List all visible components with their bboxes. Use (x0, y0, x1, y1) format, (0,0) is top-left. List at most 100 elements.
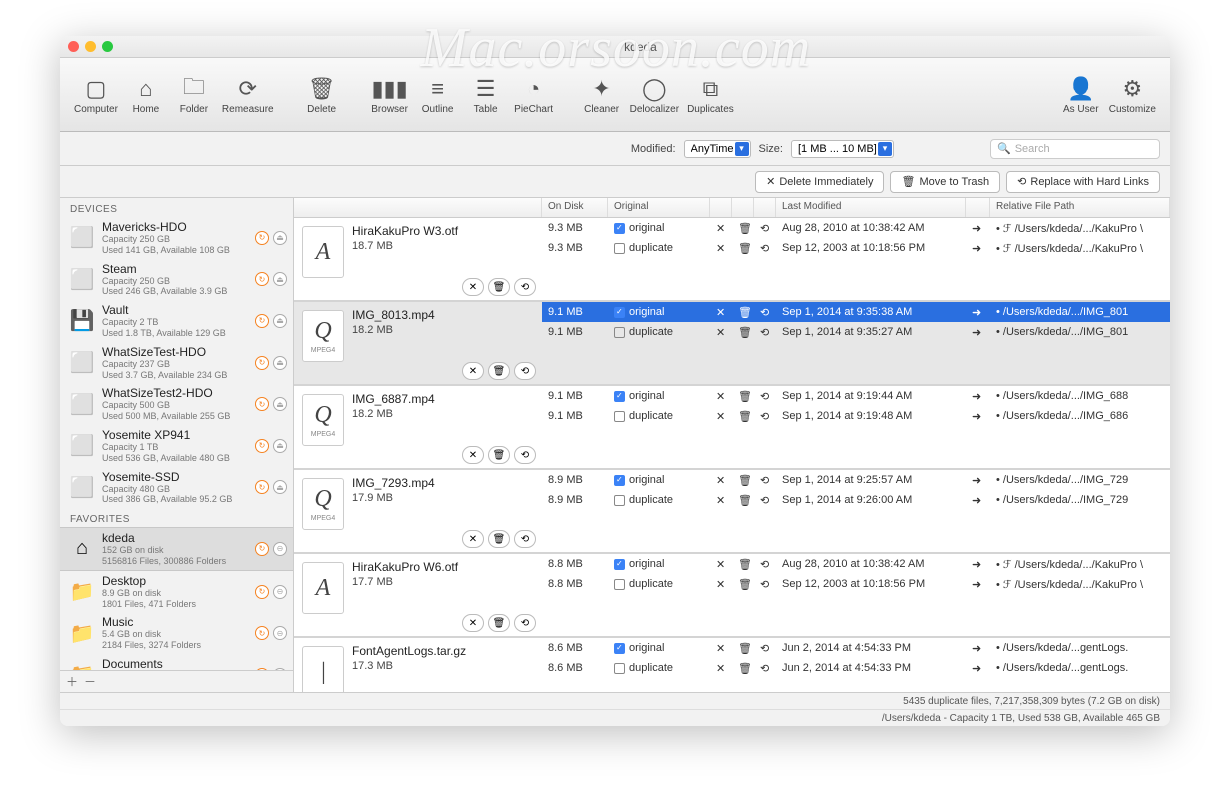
original-cell[interactable]: duplicate (608, 662, 710, 674)
refresh-icon[interactable]: ↻ (255, 542, 269, 556)
checkbox-icon[interactable] (614, 559, 625, 570)
eject-icon[interactable]: ⏏ (273, 397, 287, 411)
arrow-icon[interactable]: ➜ (966, 306, 990, 319)
minimize-icon[interactable] (85, 41, 96, 52)
col-relative-path[interactable]: Relative File Path (990, 198, 1170, 217)
duplicate-line[interactable]: 9.1 MB original ✕ 🗑 ⟲ Sep 1, 2014 at 9:3… (542, 302, 1170, 322)
arrow-icon[interactable]: ➜ (966, 558, 990, 571)
group-link-button[interactable]: ⟲ (514, 446, 536, 464)
refresh-icon[interactable]: ↻ (255, 272, 269, 286)
duplicate-line[interactable]: 8.9 MB duplicate ✕ 🗑 ⟲ Sep 1, 2014 at 9:… (542, 490, 1170, 510)
remove-button[interactable]: － (84, 673, 96, 690)
duplicate-group[interactable]: QMPEG4 IMG_7293.mp4 17.9 MB ✕ 🗑 ⟲ 8.9 MB… (294, 470, 1170, 554)
original-cell[interactable]: duplicate (608, 410, 710, 422)
duplicate-line[interactable]: 9.3 MB original ✕ 🗑 ⟲ Aug 28, 2010 at 10… (542, 218, 1170, 238)
original-cell[interactable]: duplicate (608, 578, 710, 590)
replace-hard-links-button[interactable]: ⟲Replace with Hard Links (1006, 171, 1160, 193)
checkbox-icon[interactable] (614, 243, 625, 254)
refresh-icon[interactable]: ↻ (255, 668, 269, 670)
duplicate-group[interactable]: QMPEG4 IMG_6887.mp4 18.2 MB ✕ 🗑 ⟲ 9.1 MB… (294, 386, 1170, 470)
group-trash-button[interactable]: 🗑 (488, 614, 510, 632)
checkbox-icon[interactable] (614, 327, 625, 338)
asuser-button[interactable]: 👤As User (1057, 65, 1105, 125)
group-delete-button[interactable]: ✕ (462, 614, 484, 632)
link-cell-button[interactable]: ⟲ (754, 242, 776, 255)
remove-icon[interactable]: ⊖ (273, 585, 287, 599)
delete-cell-button[interactable]: ✕ (710, 494, 732, 507)
duplicates-button[interactable]: ⧉Duplicates (683, 65, 738, 125)
link-cell-button[interactable]: ⟲ (754, 326, 776, 339)
delete-cell-button[interactable]: ✕ (710, 642, 732, 655)
original-cell[interactable]: original (608, 306, 710, 318)
original-cell[interactable]: original (608, 222, 710, 234)
refresh-icon[interactable]: ↻ (255, 439, 269, 453)
group-delete-button[interactable]: ✕ (462, 278, 484, 296)
eject-icon[interactable]: ⏏ (273, 231, 287, 245)
original-cell[interactable]: original (608, 390, 710, 402)
duplicate-line[interactable]: 9.1 MB original ✕ 🗑 ⟲ Sep 1, 2014 at 9:1… (542, 386, 1170, 406)
trash-cell-button[interactable]: 🗑 (732, 642, 754, 655)
arrow-icon[interactable]: ➜ (966, 326, 990, 339)
link-cell-button[interactable]: ⟲ (754, 306, 776, 319)
trash-cell-button[interactable]: 🗑 (732, 474, 754, 487)
duplicate-line[interactable]: 8.8 MB duplicate ✕ 🗑 ⟲ Sep 12, 2003 at 1… (542, 574, 1170, 594)
sidebar-device-item[interactable]: ⬜ Mavericks-HDOCapacity 250 GBUsed 141 G… (60, 217, 293, 259)
checkbox-icon[interactable] (614, 307, 625, 318)
sidebar-device-item[interactable]: ⬜ SteamCapacity 250 GBUsed 246 GB, Avail… (60, 259, 293, 301)
refresh-icon[interactable]: ↻ (255, 314, 269, 328)
arrow-icon[interactable]: ➜ (966, 642, 990, 655)
group-trash-button[interactable]: 🗑 (488, 362, 510, 380)
trash-cell-button[interactable]: 🗑 (732, 662, 754, 675)
cleaner-button[interactable]: ✦Cleaner (578, 65, 626, 125)
delocalizer-button[interactable]: ◯Delocalizer (626, 65, 683, 125)
delete-immediately-button[interactable]: ✕Delete Immediately (755, 171, 884, 193)
eject-icon[interactable]: ⏏ (273, 272, 287, 286)
eject-icon[interactable]: ⏏ (273, 439, 287, 453)
refresh-icon[interactable]: ↻ (255, 480, 269, 494)
link-cell-button[interactable]: ⟲ (754, 662, 776, 675)
original-cell[interactable]: duplicate (608, 242, 710, 254)
folder-button[interactable]: 🗀Folder (170, 65, 218, 125)
link-cell-button[interactable]: ⟲ (754, 390, 776, 403)
delete-cell-button[interactable]: ✕ (710, 474, 732, 487)
trash-cell-button[interactable]: 🗑 (732, 494, 754, 507)
duplicate-group[interactable]: QMPEG4 IMG_8013.mp4 18.2 MB ✕ 🗑 ⟲ 9.1 MB… (294, 302, 1170, 386)
sidebar-favorite-item[interactable]: 📁 Music5.4 GB on disk2184 Files, 3274 Fo… (60, 612, 293, 654)
remeasure-button[interactable]: ⟳Remeasure (218, 65, 278, 125)
original-cell[interactable]: original (608, 558, 710, 570)
delete-cell-button[interactable]: ✕ (710, 662, 732, 675)
outline-button[interactable]: ≡Outline (414, 65, 462, 125)
table-button[interactable]: ☰Table (462, 65, 510, 125)
original-cell[interactable]: duplicate (608, 326, 710, 338)
duplicate-line[interactable]: 8.9 MB original ✕ 🗑 ⟲ Sep 1, 2014 at 9:2… (542, 470, 1170, 490)
search-input[interactable]: 🔍Search (990, 139, 1160, 159)
sidebar-device-item[interactable]: 💾 VaultCapacity 2 TBUsed 1.8 TB, Availab… (60, 300, 293, 342)
group-link-button[interactable]: ⟲ (514, 530, 536, 548)
piechart-button[interactable]: ◔PieChart (510, 65, 558, 125)
delete-cell-button[interactable]: ✕ (710, 222, 732, 235)
delete-cell-button[interactable]: ✕ (710, 306, 732, 319)
remove-icon[interactable]: ⊖ (273, 626, 287, 640)
arrow-icon[interactable]: ➜ (966, 242, 990, 255)
remove-icon[interactable]: ⊖ (273, 668, 287, 670)
size-select[interactable]: [1 MB ... 10 MB] (791, 140, 894, 158)
sidebar-favorite-item[interactable]: 📁 Desktop8.9 GB on disk1801 Files, 471 F… (60, 571, 293, 613)
col-original[interactable]: Original (608, 198, 710, 217)
trash-cell-button[interactable]: 🗑 (732, 558, 754, 571)
refresh-icon[interactable]: ↻ (255, 397, 269, 411)
trash-cell-button[interactable]: 🗑 (732, 242, 754, 255)
original-cell[interactable]: duplicate (608, 494, 710, 506)
refresh-icon[interactable]: ↻ (255, 626, 269, 640)
trash-cell-button[interactable]: 🗑 (732, 410, 754, 423)
original-cell[interactable]: original (608, 642, 710, 654)
remove-icon[interactable]: ⊖ (273, 542, 287, 556)
trash-cell-button[interactable]: 🗑 (732, 222, 754, 235)
link-cell-button[interactable]: ⟲ (754, 642, 776, 655)
modified-select[interactable]: AnyTime (684, 140, 751, 158)
group-trash-button[interactable]: 🗑 (488, 278, 510, 296)
link-cell-button[interactable]: ⟲ (754, 494, 776, 507)
results-list[interactable]: A HiraKakuPro W3.otf 18.7 MB ✕ 🗑 ⟲ 9.3 M… (294, 218, 1170, 692)
checkbox-icon[interactable] (614, 579, 625, 590)
delete-cell-button[interactable]: ✕ (710, 410, 732, 423)
group-trash-button[interactable]: 🗑 (488, 446, 510, 464)
